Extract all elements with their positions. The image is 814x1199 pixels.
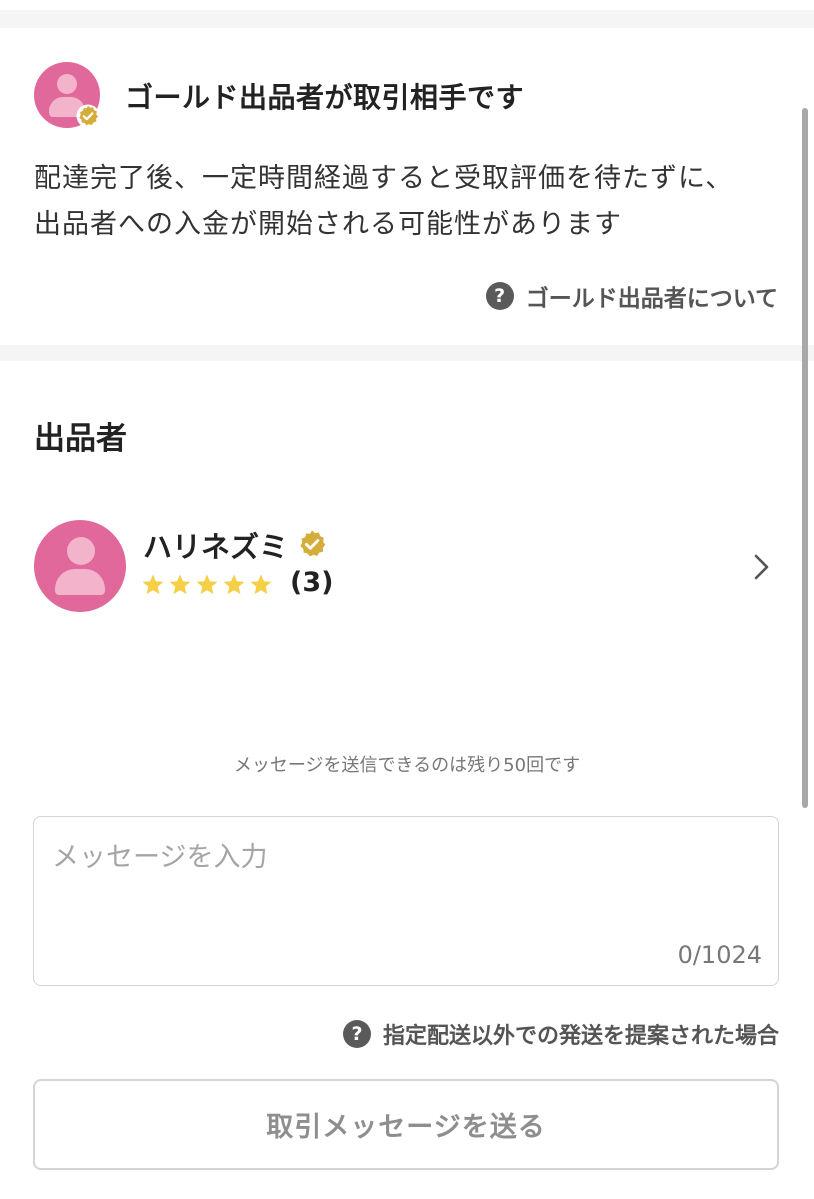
gold-notice-description-line1: 配達完了後、一定時間経過すると受取評価を待たずに、 (34, 163, 734, 194)
send-message-button[interactable]: 取引メッセージを送る (33, 1079, 779, 1170)
gold-verified-badge-icon (76, 104, 100, 128)
message-input-box: 0/1024 (33, 816, 779, 986)
seller-name: ハリネズミ (143, 530, 289, 564)
section-divider-top (0, 10, 814, 28)
gold-notice-title: ゴールド出品者が取引相手です (125, 81, 525, 114)
seller-avatar-icon (34, 520, 126, 612)
star-icon (223, 574, 245, 594)
message-character-counter: 0/1024 (677, 941, 762, 969)
chevron-right-icon (754, 554, 769, 580)
gold-notice-description: 配達完了後、一定時間経過すると受取評価を待たずに、 出品者への入金が開始される可… (34, 156, 794, 248)
gold-seller-help-label: ゴールド出品者について (525, 286, 778, 312)
gold-notice-description-line2: 出品者への入金が開始される可能性があります (34, 209, 622, 240)
avatar-head (57, 74, 77, 94)
avatar-body (55, 569, 105, 595)
avatar-head (67, 537, 95, 565)
alternative-shipping-help-link[interactable]: ? 指定配送以外での発送を提案された場合 (342, 1018, 779, 1050)
star-icon (196, 574, 218, 594)
seller-rating-stars (141, 573, 273, 597)
page-scrollbar[interactable] (802, 108, 808, 808)
star-icon (142, 574, 164, 594)
message-input[interactable] (34, 817, 778, 985)
question-circle-icon: ? (342, 1020, 371, 1048)
gold-verified-badge-icon (300, 530, 326, 557)
seller-profile-row[interactable]: ハリネズミ (3) (0, 500, 814, 630)
seller-section-heading: 出品者 (34, 421, 127, 457)
alternative-shipping-help-label: 指定配送以外での発送を提案された場合 (382, 1024, 779, 1049)
messages-remaining-text: メッセージを送信できるのは残り50回です (233, 755, 581, 776)
star-icon (169, 574, 191, 594)
question-circle-icon: ? (485, 282, 514, 310)
section-divider-mid (0, 345, 814, 361)
gold-seller-help-link[interactable]: ? ゴールド出品者について (485, 279, 778, 313)
star-icon (250, 574, 272, 594)
seller-rating-count: (3) (290, 567, 334, 598)
